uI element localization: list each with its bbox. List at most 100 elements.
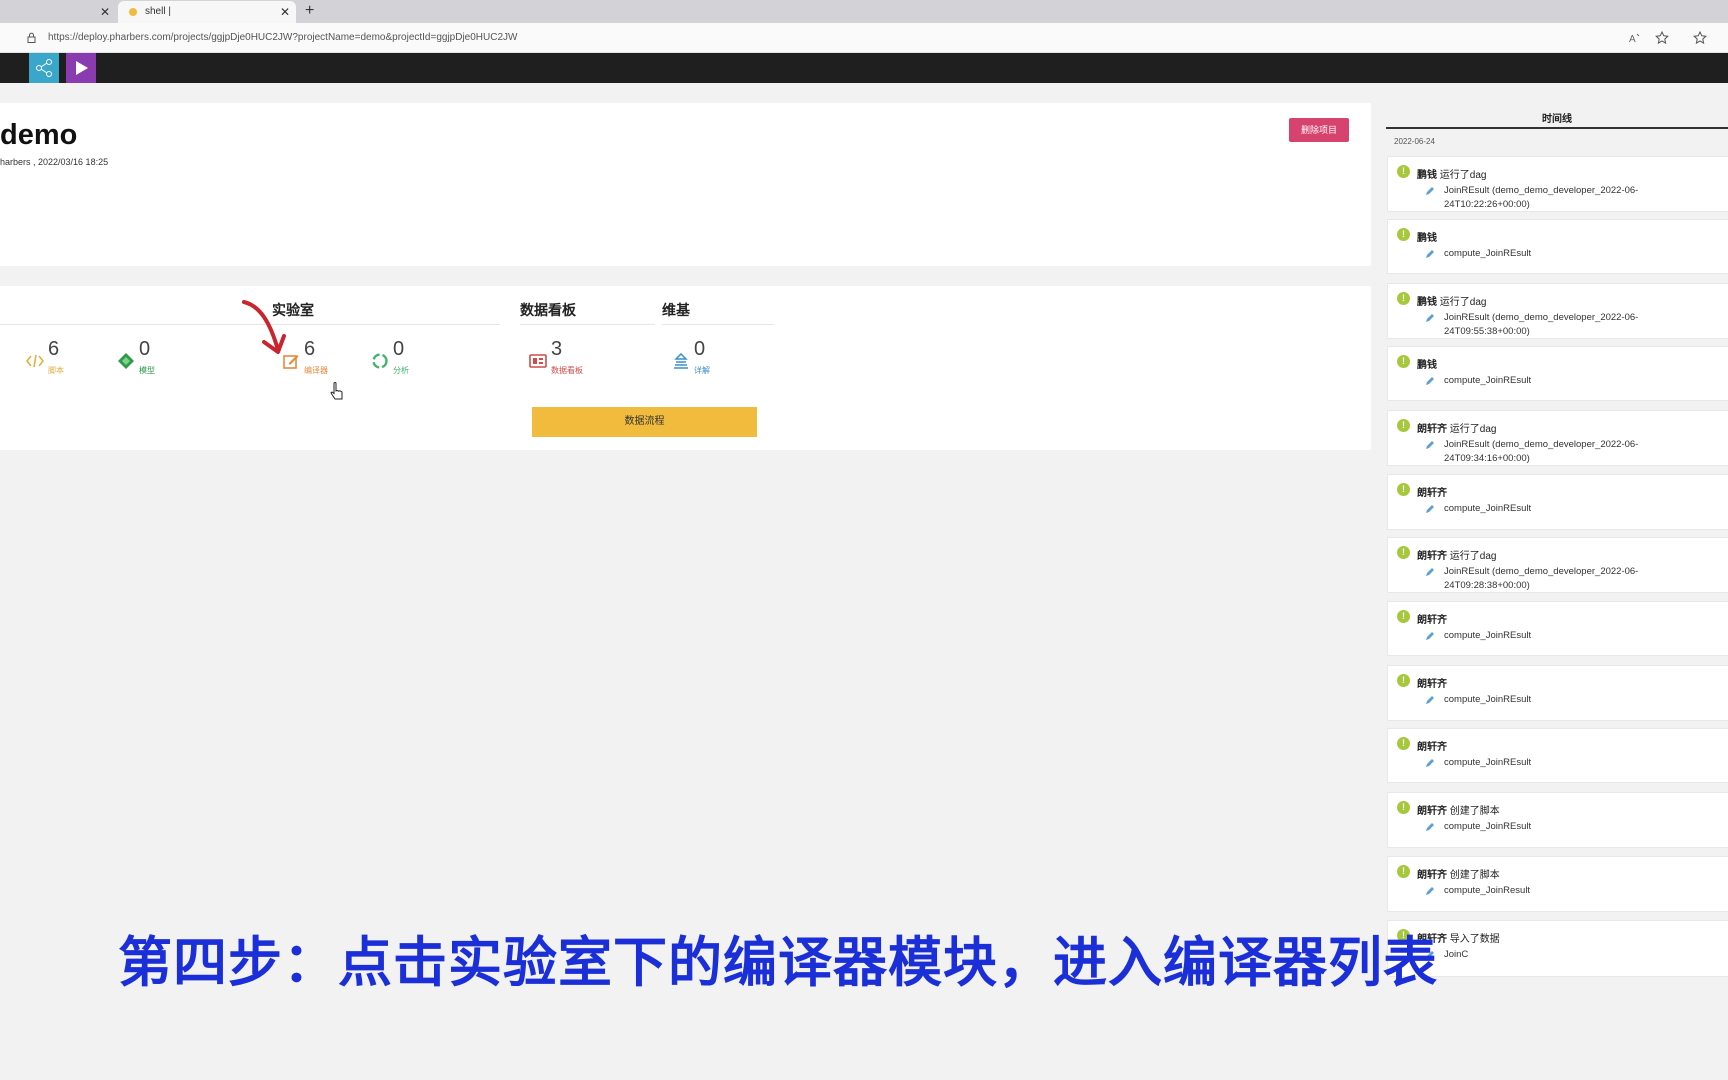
url-path: /projects/ggjpDje0HUC2JW?projectName=dem…: [170, 32, 518, 43]
info-icon: !: [1397, 674, 1410, 687]
favorite-add-icon[interactable]: [1654, 30, 1670, 46]
analysis-icon: [372, 353, 388, 369]
pencil-icon: [1426, 887, 1434, 895]
app-toolbar: [0, 53, 1728, 83]
favorites-icon[interactable]: [1692, 30, 1708, 46]
timeline-user: 朗轩齐: [1417, 551, 1447, 562]
timeline-action: 运行了dag: [1449, 424, 1497, 435]
run-button[interactable]: [66, 53, 96, 83]
divider: [662, 324, 774, 325]
info-icon: !: [1397, 292, 1410, 305]
info-icon: !: [1397, 483, 1410, 496]
timeline-user: 朗轩齐: [1417, 742, 1447, 753]
stat-label: 分析: [393, 366, 409, 375]
share-button[interactable]: [29, 53, 59, 83]
timeline-entry-title: 朗轩齐: [1417, 611, 1447, 626]
timeline-item[interactable]: ! 朗轩齐 compute_JoinREsult: [1387, 665, 1728, 721]
new-tab-icon[interactable]: +: [305, 0, 314, 22]
timeline-header: 时间线: [1386, 103, 1728, 129]
timeline-detail[interactable]: JoinREsult (demo_demo_developer_2022-06-…: [1444, 184, 1674, 212]
timeline-entry-title: 朗轩齐: [1417, 738, 1447, 753]
timeline-detail[interactable]: JoinREsult (demo_demo_developer_2022-06-…: [1444, 565, 1674, 593]
pencil-icon: [1426, 696, 1434, 704]
timeline-action: 创建了脚本: [1449, 870, 1500, 881]
model-diamond-icon: [118, 353, 134, 369]
timeline-detail[interactable]: JoinREsult (demo_demo_developer_2022-06-…: [1444, 311, 1674, 339]
dashboard-icon: [529, 354, 547, 368]
project-subtitle: harbers , 2022/03/16 18:25: [0, 157, 109, 167]
browser-tab[interactable]: ✕: [0, 1, 116, 23]
stat-count: 6: [48, 338, 60, 360]
timeline-action: 运行了dag: [1439, 297, 1487, 308]
timeline-detail[interactable]: compute_JoinREsult: [1444, 693, 1674, 707]
timeline-detail[interactable]: compute_JoinREsult: [1444, 247, 1674, 261]
stat-count: 0: [694, 338, 706, 360]
timeline-detail[interactable]: compute_JoinREsult: [1444, 820, 1674, 834]
timeline-action: 创建了脚本: [1449, 806, 1500, 817]
timeline-detail[interactable]: compute_JoinREsult: [1444, 502, 1674, 516]
code-icon: [26, 354, 44, 368]
tab-label: shell |: [145, 6, 171, 17]
timeline-detail[interactable]: compute_JoinREsult: [1444, 629, 1674, 643]
pencil-icon: [1426, 505, 1434, 513]
timeline-user: 鹏钱: [1417, 297, 1437, 308]
pencil-icon: [1426, 759, 1434, 767]
info-icon: !: [1397, 610, 1410, 623]
info-icon: !: [1397, 865, 1410, 878]
project-header-card: demo harbers , 2022/03/16 18:25 删除项目: [0, 103, 1371, 266]
timeline-item[interactable]: ! 鹏钱 compute_JoinREsult: [1387, 346, 1728, 401]
timeline-item[interactable]: ! 鹏钱 运行了dag JoinREsult (demo_demo_develope…: [1387, 156, 1728, 212]
svg-text:A: A: [1629, 34, 1636, 45]
delete-project-button[interactable]: 删除项目: [1289, 118, 1349, 142]
tutorial-caption: 第四步：点击实验室下的编译器模块，进入编译器列表: [118, 931, 1438, 994]
timeline-detail[interactable]: compute_JoinREsult: [1444, 756, 1674, 770]
timeline-entry-title: 朗轩齐 创建了脚本: [1417, 802, 1500, 817]
info-icon: !: [1397, 355, 1410, 368]
timeline-entry-title: 朗轩齐: [1417, 675, 1447, 690]
timeline-detail[interactable]: JoinREsult (demo_demo_developer_2022-06-…: [1444, 438, 1674, 466]
close-tab-icon[interactable]: ✕: [280, 1, 290, 23]
timeline-entry-title: 鹏钱 运行了dag: [1417, 166, 1486, 181]
data-flow-button[interactable]: 数据流程: [532, 407, 757, 437]
timeline-entry-title: 朗轩齐 创建了脚本: [1417, 866, 1500, 881]
address-bar[interactable]: https://deploy.pharbers.com/projects/ggj…: [0, 23, 1728, 53]
timeline-item[interactable]: ! 朗轩齐 创建了脚本 compute_JoinREsult: [1387, 792, 1728, 848]
stat-count: 0: [393, 338, 405, 360]
info-icon: !: [1397, 228, 1410, 241]
timeline-entry-title: 朗轩齐: [1417, 484, 1447, 499]
browser-tab-bar: ✕ shell | ✕ +: [0, 0, 1728, 23]
pencil-icon: [1426, 377, 1434, 385]
divider: [520, 324, 655, 325]
timeline-item[interactable]: ! 朗轩齐 运行了dag JoinREsult (demo_demo_develop…: [1387, 537, 1728, 593]
timeline-item[interactable]: ! 朗轩齐 运行了dag JoinREsult (demo_demo_develop…: [1387, 410, 1728, 466]
timeline-item[interactable]: ! 朗轩齐 创建了脚本 compute_JoinResult: [1387, 856, 1728, 912]
stat-count: 3: [551, 338, 563, 360]
timeline-detail[interactable]: JoinC: [1444, 948, 1674, 962]
timeline-entry-title: 鹏钱: [1417, 356, 1437, 371]
timeline-user: 朗轩齐: [1417, 424, 1447, 435]
stat-count: 6: [304, 338, 316, 360]
timeline-item[interactable]: ! 鹏钱 运行了dag JoinREsult (demo_demo_develope…: [1387, 283, 1728, 339]
hand-cursor-icon: [330, 382, 343, 400]
favicon-icon: [129, 8, 137, 16]
close-tab-icon[interactable]: ✕: [100, 1, 110, 23]
url-text[interactable]: https://deploy.pharbers.com/projects/ggj…: [48, 23, 517, 53]
timeline-title: 时间线: [1542, 114, 1572, 125]
timeline-user: 鹏钱: [1417, 233, 1437, 244]
timeline-item[interactable]: ! 朗轩齐 compute_JoinREsult: [1387, 728, 1728, 783]
timeline-item[interactable]: ! 朗轩齐 导入了数据 JoinC: [1387, 920, 1728, 977]
timeline-item[interactable]: ! 朗轩齐 compute_JoinREsult: [1387, 474, 1728, 530]
timeline-entry-title: 朗轩齐 运行了dag: [1417, 547, 1496, 562]
pencil-icon: [1426, 187, 1434, 195]
browser-tab-active[interactable]: shell | ✕: [118, 1, 296, 23]
timeline-detail[interactable]: compute_JoinResult: [1444, 884, 1674, 898]
pencil-icon: [1426, 632, 1434, 640]
modules-card: 实验室 数据看板 维基 6 脚本 0 模型 6 编译器 0 分析 3 数据看板 …: [0, 286, 1371, 450]
read-aloud-icon[interactable]: A: [1627, 30, 1643, 46]
stat-count: 0: [139, 338, 151, 360]
timeline-item[interactable]: ! 朗轩齐 compute_JoinREsult: [1387, 601, 1728, 656]
timeline-detail[interactable]: compute_JoinREsult: [1444, 374, 1674, 388]
info-icon: !: [1397, 737, 1410, 750]
timeline-entry-title: 鹏钱: [1417, 229, 1437, 244]
timeline-item[interactable]: ! 鹏钱 compute_JoinREsult: [1387, 219, 1728, 274]
